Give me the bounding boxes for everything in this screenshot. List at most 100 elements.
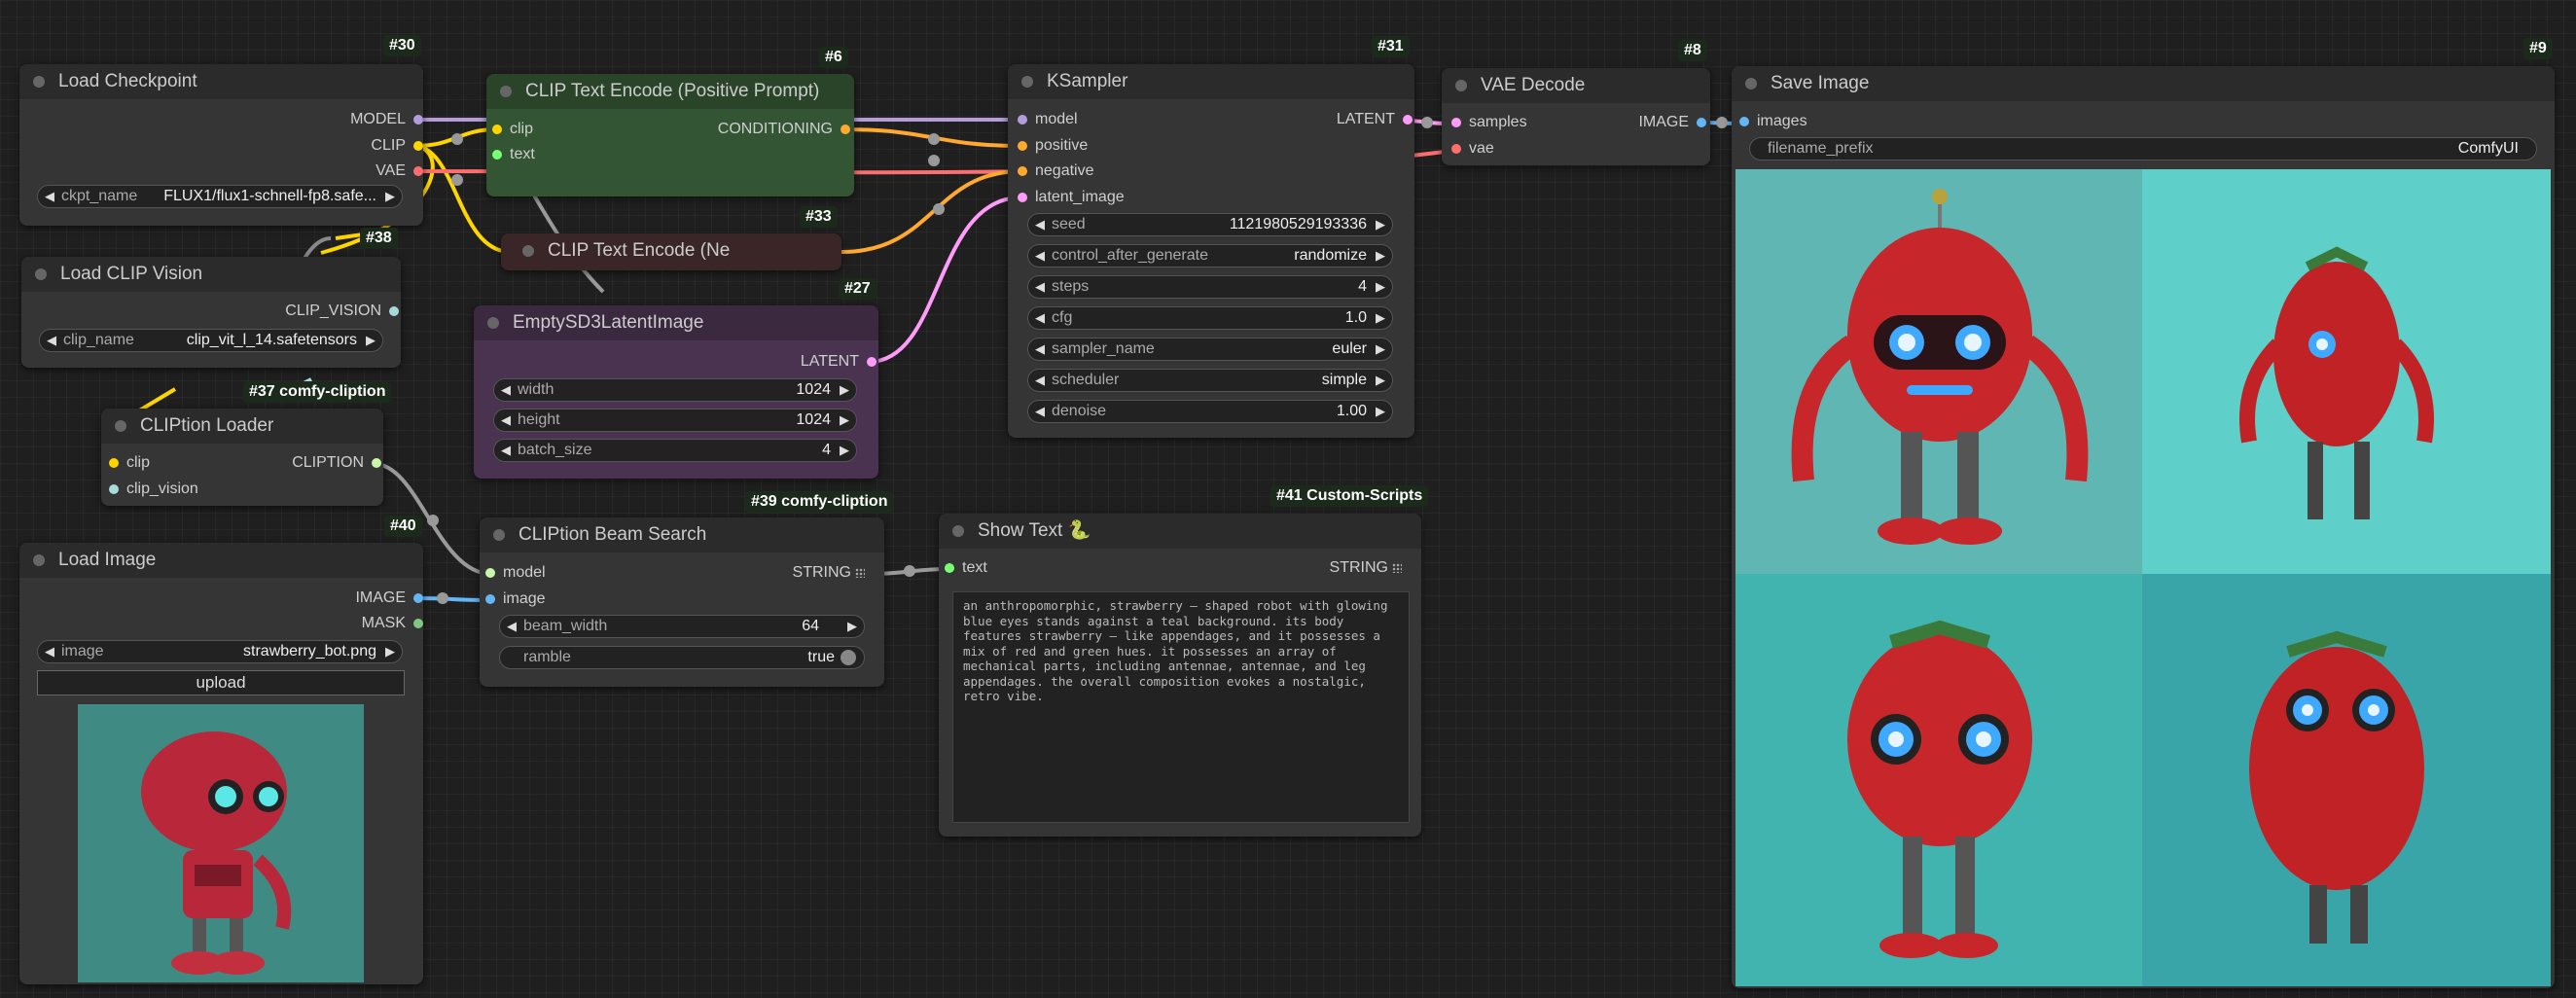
output-image-4[interactable]	[2142, 574, 2551, 986]
left-arrow-icon[interactable]: ◀	[45, 186, 54, 207]
node-title[interactable]: EmptySD3LatentImage	[474, 305, 878, 340]
right-arrow-icon[interactable]: ▶	[840, 379, 849, 401]
input-model[interactable]: model	[485, 562, 546, 584]
right-arrow-icon[interactable]: ▶	[1376, 245, 1385, 267]
left-arrow-icon[interactable]: ◀	[1035, 339, 1045, 360]
clip-pin-icon[interactable]	[492, 125, 502, 134]
clip-pin-icon[interactable]	[413, 141, 423, 151]
batch-size-widget[interactable]: ◀ batch_size 4 ▶	[493, 439, 857, 462]
node-clip-text-encode-negative[interactable]: CLIP Text Encode (Ne	[501, 233, 841, 270]
input-vae[interactable]: vae	[1451, 138, 1494, 160]
node-ksampler[interactable]: KSampler model positive negative latent_…	[1008, 64, 1414, 438]
clip-vision-pin-icon[interactable]	[109, 484, 119, 494]
clip-vision-pin-icon[interactable]	[389, 306, 399, 316]
node-title[interactable]: Show Text 🐍	[939, 514, 1421, 549]
input-positive[interactable]: positive	[1018, 135, 1088, 157]
latent-pin-icon[interactable]	[867, 357, 877, 367]
clip-name-combo[interactable]: ◀ clip_name clip_vit_l_14.safetensors ▶	[39, 329, 383, 352]
input-model[interactable]: model	[1018, 109, 1078, 130]
right-arrow-icon[interactable]: ▶	[840, 440, 849, 461]
image-pin-icon[interactable]	[413, 593, 423, 603]
node-load-checkpoint[interactable]: Load Checkpoint MODEL CLIP VAE ◀ ckpt_na…	[19, 64, 423, 226]
right-arrow-icon[interactable]: ▶	[847, 616, 857, 637]
output-latent[interactable]: LATENT	[801, 351, 877, 373]
collapse-dot-icon[interactable]	[952, 525, 964, 537]
model-pin-icon[interactable]	[1018, 115, 1027, 125]
mask-pin-icon[interactable]	[413, 619, 423, 628]
output-vae[interactable]: VAE	[376, 160, 423, 182]
negative-pin-icon[interactable]	[1018, 166, 1027, 176]
vae-pin-icon[interactable]	[413, 166, 423, 176]
image-combo[interactable]: ◀ image strawberry_bot.png ▶	[37, 640, 403, 663]
latent-pin-icon[interactable]	[1451, 118, 1461, 127]
output-string[interactable]: STRING	[793, 562, 882, 584]
output-latent[interactable]: LATENT	[1337, 109, 1413, 130]
latent-pin-icon[interactable]	[1403, 115, 1413, 125]
node-vae-decode[interactable]: VAE Decode samples vae IMAGE	[1442, 68, 1710, 165]
node-load-image[interactable]: Load Image IMAGE MASK ◀ image strawberry_b…	[19, 543, 423, 984]
left-arrow-icon[interactable]: ◀	[47, 330, 56, 351]
collapse-dot-icon[interactable]	[487, 317, 499, 329]
output-image-2[interactable]	[2142, 169, 2551, 574]
input-image[interactable]: image	[485, 588, 546, 610]
output-image-1[interactable]	[1735, 169, 2142, 574]
scheduler-widget[interactable]: ◀ scheduler simple ▶	[1027, 369, 1393, 392]
node-title[interactable]: Load Checkpoint	[19, 64, 423, 99]
left-arrow-icon[interactable]: ◀	[1035, 276, 1045, 298]
node-empty-sd3-latent-image[interactable]: EmptySD3LatentImage LATENT ◀ width 1024 ▶ ◀…	[474, 305, 878, 479]
collapse-dot-icon[interactable]	[1745, 78, 1757, 89]
output-model[interactable]: MODEL	[350, 109, 423, 130]
cfg-widget[interactable]: ◀ cfg 1.0 ▶	[1027, 306, 1393, 330]
collapse-dot-icon[interactable]	[1021, 76, 1033, 88]
seed-widget[interactable]: ◀ seed 1121980529193336 ▶	[1027, 213, 1393, 236]
node-title[interactable]: VAE Decode	[1442, 68, 1710, 103]
collapse-dot-icon[interactable]	[35, 268, 47, 280]
collapse-dot-icon[interactable]	[1455, 80, 1467, 91]
left-arrow-icon[interactable]: ◀	[1035, 214, 1045, 235]
node-title[interactable]: Load Image	[19, 543, 423, 578]
input-clip-vision[interactable]: clip_vision	[109, 479, 198, 500]
beam-width-widget[interactable]: ◀ beam_width 64 ▶	[499, 615, 865, 638]
text-pin-icon[interactable]	[492, 150, 502, 160]
collapse-dot-icon[interactable]	[493, 529, 505, 541]
right-arrow-icon[interactable]: ▶	[385, 186, 395, 207]
input-images[interactable]: images	[1739, 111, 1807, 132]
left-arrow-icon[interactable]: ◀	[501, 440, 511, 461]
input-latent-image[interactable]: latent_image	[1018, 187, 1125, 208]
ckpt-name-combo[interactable]: ◀ ckpt_name FLUX1/flux1-schnell-fp8.safe…	[37, 185, 403, 208]
output-mask[interactable]: MASK	[362, 613, 423, 634]
left-arrow-icon[interactable]: ◀	[1035, 245, 1045, 267]
image-pin-icon[interactable]	[485, 594, 495, 604]
toggle-knob-icon[interactable]	[841, 650, 856, 665]
node-cliption-beam-search[interactable]: CLIPtion Beam Search model image STRING …	[480, 517, 884, 687]
node-title[interactable]: KSampler	[1008, 64, 1414, 99]
ramble-toggle[interactable]: ramble true	[499, 646, 865, 669]
right-arrow-icon[interactable]: ▶	[1376, 401, 1385, 422]
input-samples[interactable]: samples	[1451, 112, 1527, 133]
denoise-widget[interactable]: ◀ denoise 1.00 ▶	[1027, 400, 1393, 423]
right-arrow-icon[interactable]: ▶	[385, 641, 395, 662]
input-text[interactable]: text	[492, 144, 535, 165]
output-string[interactable]: STRING	[1330, 557, 1419, 579]
latent-pin-icon[interactable]	[1018, 193, 1027, 202]
collapse-dot-icon[interactable]	[115, 420, 126, 432]
sampler-name-widget[interactable]: ◀ sampler_name euler ▶	[1027, 338, 1393, 361]
left-arrow-icon[interactable]: ◀	[501, 379, 511, 401]
collapse-dot-icon[interactable]	[33, 76, 45, 88]
left-arrow-icon[interactable]: ◀	[1035, 401, 1045, 422]
show-text-output[interactable]: an anthropomorphic, strawberry – shaped …	[952, 591, 1410, 823]
string-grid-icon[interactable]	[855, 567, 865, 578]
input-clip[interactable]: clip	[492, 119, 533, 140]
left-arrow-icon[interactable]: ◀	[1035, 307, 1045, 329]
node-title[interactable]: Load CLIP Vision	[21, 257, 401, 292]
right-arrow-icon[interactable]: ▶	[1376, 339, 1385, 360]
string-pin-icon[interactable]	[945, 563, 954, 573]
right-arrow-icon[interactable]: ▶	[840, 410, 849, 431]
upload-button[interactable]: upload	[37, 670, 405, 695]
right-arrow-icon[interactable]: ▶	[1376, 370, 1385, 391]
image-pin-icon[interactable]	[1739, 117, 1749, 126]
input-text[interactable]: text	[945, 557, 987, 579]
right-arrow-icon[interactable]: ▶	[1376, 276, 1385, 298]
left-arrow-icon[interactable]: ◀	[45, 641, 54, 662]
node-title[interactable]: CLIPtion Beam Search	[480, 517, 884, 552]
